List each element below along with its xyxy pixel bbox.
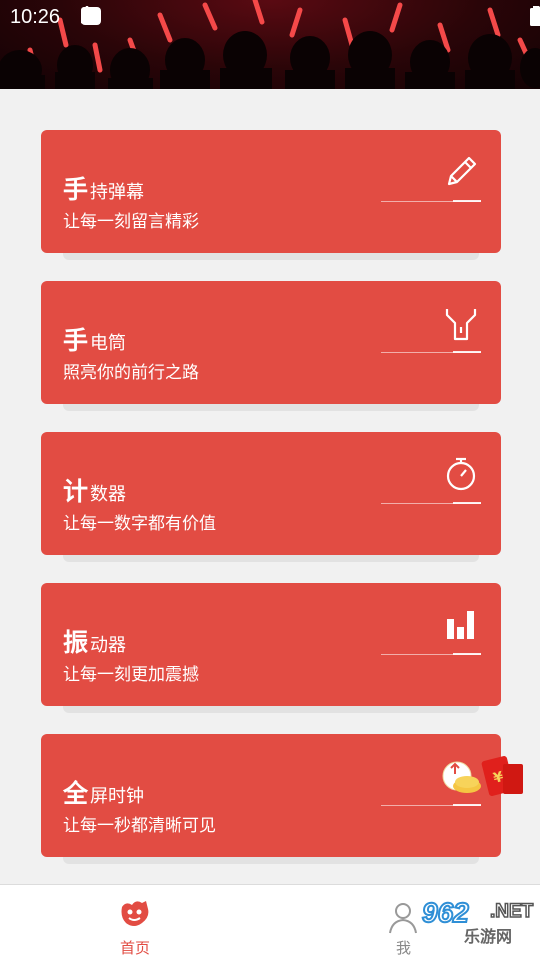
card-title-rest: 数器	[90, 484, 127, 505]
card-handheld-barrage-wrap: 手 持弹幕 让每一刻留言精彩	[41, 130, 501, 260]
card-title-first-char: 手	[63, 175, 89, 204]
watermark-logo: 962 .NET 乐游网	[412, 896, 537, 947]
watermark-net: .NET	[489, 900, 534, 923]
stopwatch-icon	[446, 457, 476, 491]
card-divider-accent	[453, 502, 481, 504]
card-divider-accent	[453, 200, 481, 202]
tab-me-label: 我	[396, 939, 412, 957]
card-fullscreen-clock[interactable]: 全 屏时钟 让每一秒都清晰可见	[41, 734, 501, 857]
card-title: 全 屏时钟	[63, 774, 144, 810]
bottom-nav: 首页 我 962 .NET 乐游网	[0, 884, 540, 960]
card-subtitle: 让每一刻留言精彩	[63, 212, 199, 232]
tab-home[interactable]: 首页	[100, 893, 170, 957]
card-subtitle: 让每一数字都有价值	[63, 514, 216, 534]
tab-home-label: 首页	[119, 939, 150, 957]
card-flashlight-wrap: 手 电筒 照亮你的前行之路	[41, 281, 501, 411]
card-vibrator[interactable]: 振 动器 让每一刻更加震撼	[41, 583, 501, 706]
card-title-rest: 电筒	[90, 333, 127, 354]
status-time: 10:26	[10, 6, 61, 28]
card-title-rest: 动器	[90, 635, 127, 656]
card-title-first-char: 振	[63, 628, 89, 657]
card-divider-accent	[453, 351, 481, 353]
home-logo-icon	[121, 901, 149, 926]
card-flashlight[interactable]: 手 电筒 照亮你的前行之路	[41, 281, 501, 404]
card-vibrator-wrap: 振 动器 让每一刻更加震撼	[41, 583, 501, 713]
card-fullscreen-clock-wrap: 全 屏时钟 让每一秒都清晰可见 ¥	[41, 734, 523, 864]
card-counter[interactable]: 计 数器 让每一数字都有价值	[41, 432, 501, 555]
bar-chart-icon	[447, 611, 474, 639]
card-title-first-char: 手	[63, 326, 89, 355]
card-title-first-char: 计	[63, 477, 89, 506]
pencil-icon	[447, 156, 477, 186]
card-title: 手 电筒	[63, 321, 126, 357]
dot-icon	[81, 7, 87, 13]
card-title-rest: 持弹幕	[90, 182, 145, 203]
status-bar: 10:26	[0, 0, 540, 36]
header-banner: 10:26	[0, 0, 540, 89]
card-counter-wrap: 计 数器 让每一数字都有价值	[41, 432, 501, 562]
card-title: 计 数器	[63, 472, 126, 508]
card-divider-accent	[453, 653, 481, 655]
card-divider-accent	[453, 804, 481, 806]
card-handheld-barrage[interactable]: 手 持弹幕 让每一刻留言精彩	[41, 130, 501, 253]
card-title-rest: 屏时钟	[90, 786, 145, 807]
main-content: 手 持弹幕 让每一刻留言精彩 手 电筒 照亮你的前行之路 计 数器 让每一数字都…	[0, 89, 540, 884]
flashlight-icon	[445, 309, 477, 341]
battery-icon	[530, 6, 540, 26]
watermark-text: 乐游网	[464, 927, 513, 946]
red-envelope-icon: ¥	[442, 756, 523, 796]
card-title: 手 持弹幕	[63, 170, 144, 206]
card-title: 振 动器	[63, 623, 126, 659]
card-subtitle: 让每一秒都清晰可见	[63, 816, 216, 836]
card-title-first-char: 全	[63, 779, 89, 808]
card-subtitle: 让每一刻更加震撼	[63, 665, 199, 685]
card-subtitle: 照亮你的前行之路	[63, 363, 199, 383]
watermark-number: 962	[421, 896, 470, 929]
